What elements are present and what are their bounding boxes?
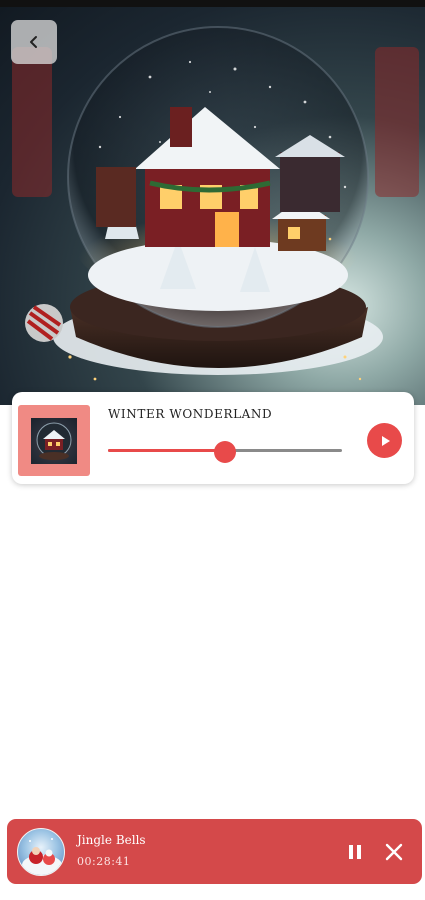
track-artwork — [31, 417, 77, 464]
pause-button[interactable] — [341, 838, 369, 866]
chevron-left-icon — [30, 36, 37, 48]
snow-globe-illustration — [12, 26, 419, 381]
progress-knob[interactable] — [214, 441, 236, 463]
close-button[interactable] — [380, 838, 408, 866]
back-button[interactable] — [11, 20, 57, 64]
mini-player-time: 00:28:41 — [77, 855, 131, 868]
progress-slider[interactable] — [108, 441, 342, 463]
progress-fill — [108, 449, 225, 452]
pause-icon — [349, 845, 361, 859]
status-bar — [0, 0, 425, 7]
play-icon — [381, 435, 390, 446]
play-button[interactable] — [367, 423, 402, 458]
now-playing-card: WINTER WONDERLAND — [12, 392, 414, 484]
mini-player-title: Jingle Bells — [77, 833, 146, 847]
close-icon — [385, 843, 403, 861]
track-thumbnail — [18, 405, 90, 476]
song-title: WINTER WONDERLAND — [108, 407, 273, 421]
mini-player[interactable]: Jingle Bells 00:28:41 — [7, 819, 422, 884]
mini-player-artwork — [17, 828, 65, 876]
hero-artwork — [0, 7, 425, 405]
